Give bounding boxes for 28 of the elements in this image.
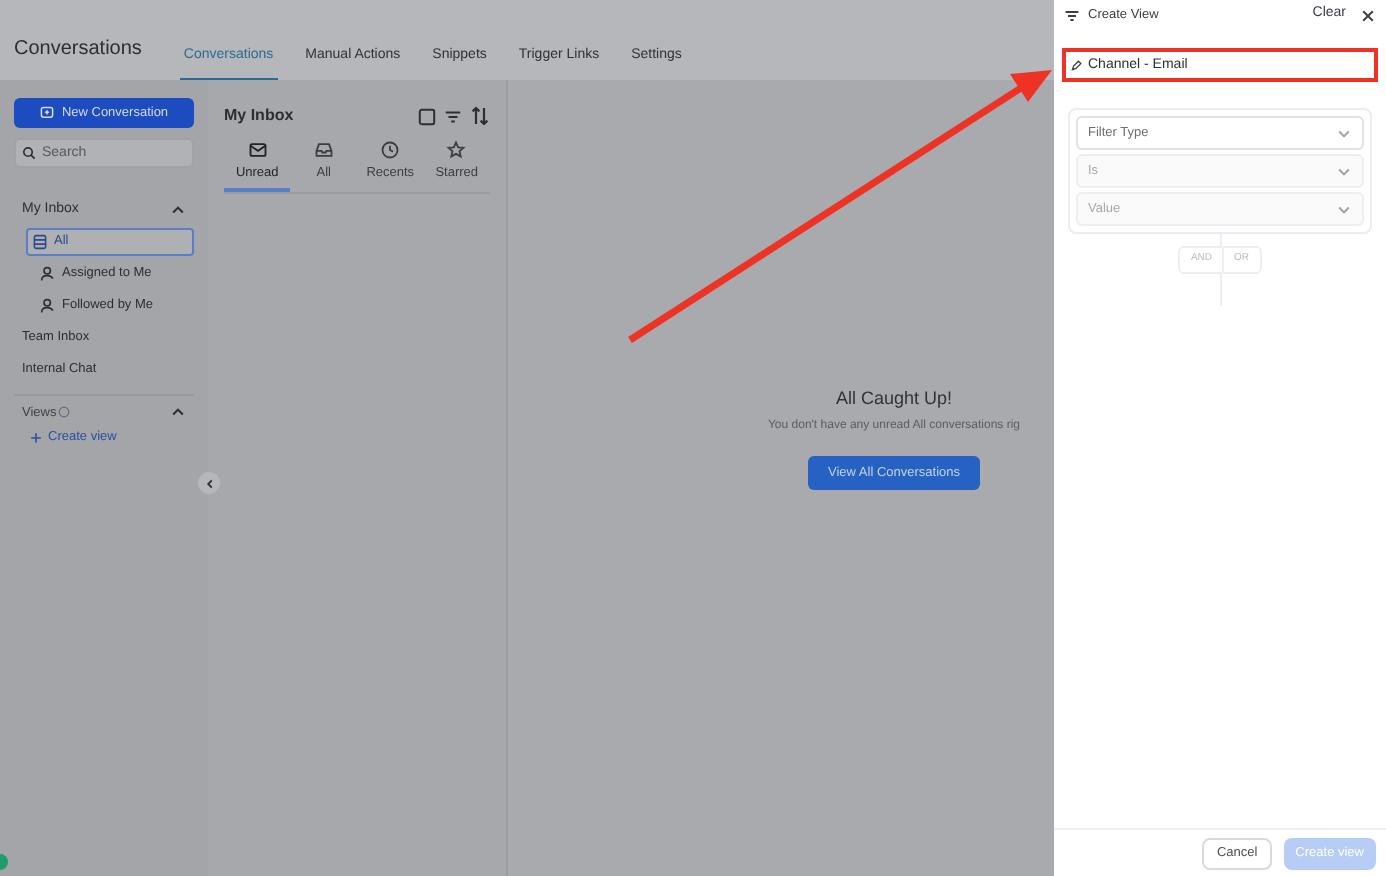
clock-icon [380, 140, 401, 160]
inbox-title: My Inbox [224, 104, 294, 128]
chevron-down-icon [1336, 163, 1352, 179]
sort-icon[interactable] [470, 106, 490, 126]
plus-icon [30, 432, 42, 445]
chevron-down-icon [1336, 125, 1352, 141]
filter-icon [1064, 7, 1080, 23]
collapse-button[interactable] [198, 472, 220, 494]
close-icon[interactable] [1360, 7, 1376, 23]
search-icon [22, 146, 36, 160]
chat-plus-icon [39, 106, 54, 120]
info-icon [57, 406, 70, 419]
app-title: Conversations [14, 36, 142, 64]
person-icon [40, 297, 56, 313]
star-icon [446, 140, 467, 160]
pencil-icon [1070, 60, 1082, 72]
person-icon [40, 265, 56, 281]
database-icon [32, 233, 48, 249]
chevron-down-icon [1336, 201, 1352, 217]
chevron-up-icon [169, 404, 186, 421]
envelope-icon [247, 140, 268, 160]
checkbox-icon[interactable] [418, 107, 436, 125]
chevron-left-icon [203, 477, 215, 489]
filter-icon[interactable] [444, 107, 462, 125]
inbox-icon [313, 140, 334, 160]
views-toggle[interactable] [169, 404, 186, 421]
chevron-up-icon [170, 202, 186, 219]
empty-state-title: All Caught Up! [835, 385, 953, 412]
